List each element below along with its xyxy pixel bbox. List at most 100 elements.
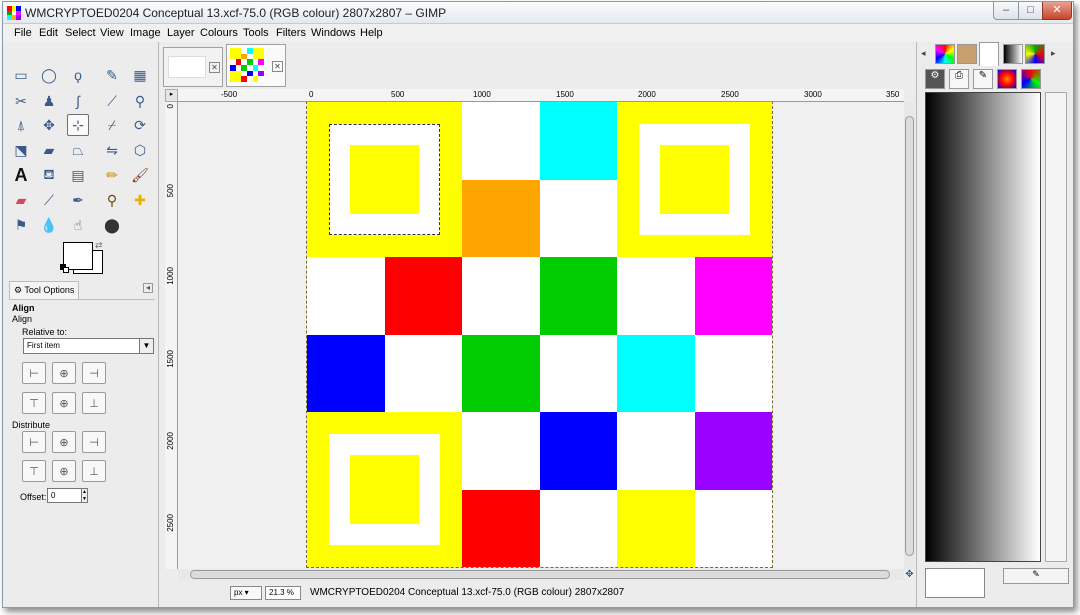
ink-icon[interactable]: ✒ xyxy=(67,189,89,211)
canvas-viewport[interactable] xyxy=(178,102,904,569)
color-picker-icon[interactable]: ⟋ xyxy=(101,90,123,112)
shear-icon[interactable]: ▰ xyxy=(38,139,60,161)
dock-scroll-left-icon[interactable]: ◂ xyxy=(921,48,926,59)
distribute-left-button[interactable]: ⊢ xyxy=(22,431,46,453)
distribute-right-button[interactable]: ⊣ xyxy=(82,431,106,453)
align-bottom-button[interactable]: ⊥ xyxy=(82,392,106,414)
offset-stepper[interactable]: ▲ ▼ xyxy=(81,488,88,503)
pencil-icon[interactable]: ✏ xyxy=(101,164,123,186)
dodge-burn-icon[interactable]: ⬤ xyxy=(101,214,123,236)
flip-icon[interactable]: ⇋ xyxy=(101,139,123,161)
offset-input[interactable]: 0 xyxy=(47,488,83,503)
align-middle-button[interactable]: ⊕ xyxy=(52,392,76,414)
heal-icon[interactable]: ✚ xyxy=(129,189,151,211)
distribute-bottom-button[interactable]: ⊥ xyxy=(82,460,106,482)
close-icon[interactable]: ✕ xyxy=(209,62,220,73)
zoom-select[interactable]: 21.3 % xyxy=(265,586,301,600)
fonts-tab-icon[interactable] xyxy=(979,42,999,66)
perspective-icon[interactable]: ⏢ xyxy=(67,139,89,161)
quick-mask-toggle[interactable]: ▸ xyxy=(165,89,178,102)
horizontal-scrollbar[interactable] xyxy=(178,569,904,580)
device-status-tab-icon[interactable]: ⎙ xyxy=(949,69,969,89)
cage-transform-icon[interactable]: ⬡ xyxy=(129,139,151,161)
ruler-label: 350 xyxy=(886,90,900,99)
fuzzy-select-icon[interactable]: ✎ xyxy=(101,64,123,86)
menu-file[interactable]: File xyxy=(14,27,32,39)
edit-gradient-button[interactable]: ✎ xyxy=(1003,568,1069,584)
blend-icon[interactable]: ▤ xyxy=(67,164,89,186)
gradients-tab-icon[interactable] xyxy=(1003,44,1023,64)
scroll-thumb[interactable] xyxy=(190,570,890,579)
distribute-center-icon: ⊕ xyxy=(59,436,69,449)
image-tab-checker[interactable]: ✕ xyxy=(226,44,286,87)
tool-options-tab[interactable]: ⚙ Tool Options xyxy=(9,281,79,299)
menu-image[interactable]: Image xyxy=(130,27,161,39)
clone-icon[interactable]: ⚲ xyxy=(101,189,123,211)
menu-view[interactable]: View xyxy=(100,27,124,39)
zoom-icon[interactable]: ⚲ xyxy=(129,90,151,112)
menu-select[interactable]: Select xyxy=(65,27,96,39)
palette-small-tab-icon[interactable] xyxy=(997,69,1017,89)
align-center-button[interactable]: ⊕ xyxy=(52,362,76,384)
eraser-icon[interactable]: ▰ xyxy=(10,189,32,211)
ellipse-select-icon[interactable]: ◯ xyxy=(38,64,60,86)
move-icon[interactable]: ✥ xyxy=(38,114,60,136)
distribute-top-button[interactable]: ⊤ xyxy=(22,460,46,482)
paintbrush-small-tab-icon[interactable]: ✎ xyxy=(973,69,993,89)
minimize-button[interactable]: – xyxy=(993,2,1019,20)
align-left-button[interactable]: ⊢ xyxy=(22,362,46,384)
image-tab-blank[interactable]: ✕ xyxy=(163,47,223,87)
distribute-middle-button[interactable]: ⊕ xyxy=(52,460,76,482)
distribute-center-button[interactable]: ⊕ xyxy=(52,431,76,453)
blur-icon[interactable]: 💧 xyxy=(38,214,60,236)
menu-filters[interactable]: Filters xyxy=(276,27,306,39)
image-canvas[interactable] xyxy=(306,102,773,568)
text-tool-icon[interactable]: A xyxy=(10,164,32,186)
menu-colours[interactable]: Colours xyxy=(200,27,238,39)
align-top-button[interactable]: ⊤ xyxy=(22,392,46,414)
measure-icon[interactable]: ⍋ xyxy=(10,114,32,136)
relative-to-select[interactable]: First item ▼ xyxy=(23,338,154,354)
square-center xyxy=(350,455,419,524)
gradient-preset-box[interactable] xyxy=(925,568,985,598)
rotate-icon[interactable]: ⟳ xyxy=(129,114,151,136)
paintbrush-icon[interactable]: 🖌 xyxy=(129,164,151,186)
free-select-icon[interactable]: ϙ xyxy=(67,64,89,86)
navigate-icon[interactable]: ✥ xyxy=(904,569,915,580)
panel-menu-icon[interactable]: ◂ xyxy=(143,283,153,293)
swap-colors-icon[interactable]: ⇄ xyxy=(95,240,103,251)
vertical-scrollbar[interactable] xyxy=(904,102,915,569)
menu-windows[interactable]: Windows xyxy=(311,27,356,39)
rect-select-icon[interactable]: ▭ xyxy=(10,64,32,86)
default-colors-icon[interactable] xyxy=(60,264,70,274)
menu-edit[interactable]: Edit xyxy=(39,27,58,39)
bucket-fill-icon[interactable]: ⛾ xyxy=(38,164,60,186)
image-thumbnail xyxy=(230,48,264,82)
close-button[interactable]: ✕ xyxy=(1042,2,1072,20)
relative-to-value: First item xyxy=(27,341,60,350)
unit-select[interactable]: px ▾ xyxy=(230,586,262,600)
maximize-button[interactable]: □ xyxy=(1018,2,1043,20)
dock-scroll-right-icon[interactable]: ▸ xyxy=(1051,48,1056,59)
menu-layer[interactable]: Layer xyxy=(167,27,195,39)
tool-options-small-tab-icon[interactable]: ⚙ xyxy=(925,69,945,89)
palettes-tab-icon[interactable] xyxy=(1025,44,1045,64)
select-by-color-icon[interactable]: ▦ xyxy=(129,64,151,86)
paths-icon[interactable]: ∫ xyxy=(67,90,89,112)
crop-icon[interactable]: ⌿ xyxy=(101,114,123,136)
scroll-thumb[interactable] xyxy=(905,116,914,556)
brushes-tab-icon[interactable] xyxy=(957,44,977,64)
scale-icon[interactable]: ⬔ xyxy=(10,139,32,161)
menu-help[interactable]: Help xyxy=(360,27,383,39)
foreground-select-icon[interactable]: ♟ xyxy=(38,90,60,112)
scissors-icon[interactable]: ✂ xyxy=(10,90,32,112)
patterns-tab-icon[interactable] xyxy=(935,44,955,64)
menu-tools[interactable]: Tools xyxy=(243,27,269,39)
airbrush-icon[interactable]: ⟋ xyxy=(38,189,60,211)
perspective-clone-icon[interactable]: ⚑ xyxy=(10,214,32,236)
align-icon[interactable]: ⊹ xyxy=(67,114,89,136)
close-icon[interactable]: ✕ xyxy=(272,61,283,72)
align-right-button[interactable]: ⊣ xyxy=(82,362,106,384)
smudge-icon[interactable]: ☝ xyxy=(67,214,89,236)
colours-small-tab-icon[interactable] xyxy=(1021,69,1041,89)
